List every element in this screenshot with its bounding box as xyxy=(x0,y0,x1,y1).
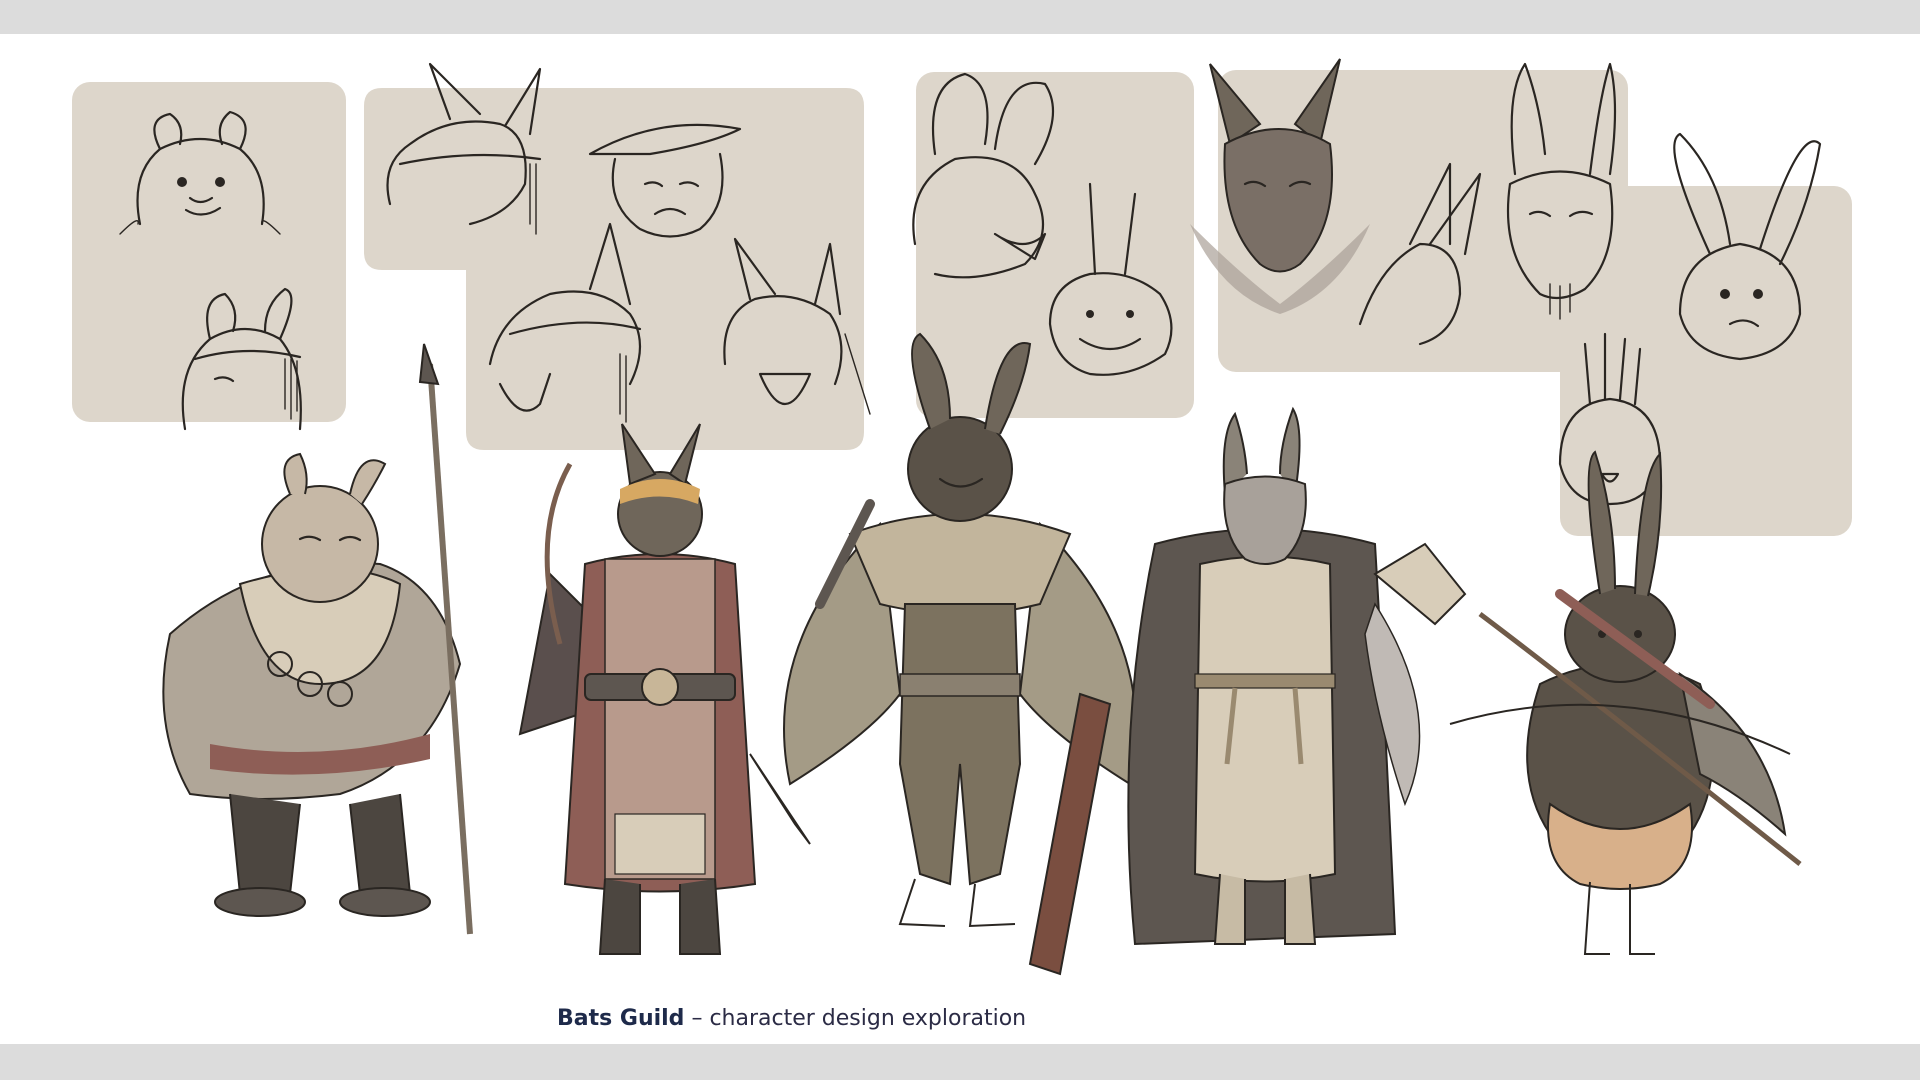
sketch-panel-1 xyxy=(72,82,346,422)
caption-title: Bats Guild xyxy=(557,1006,685,1031)
concept-sheet: Bats Guild – character design exploratio… xyxy=(0,34,1920,1044)
characters-lineup xyxy=(162,332,1802,976)
sheet-caption: Bats Guild – character design exploratio… xyxy=(557,1006,1026,1031)
bat-elder-with-book xyxy=(1127,406,1467,946)
sketch-panel-3 xyxy=(916,72,1194,418)
bat-dagger-wielder xyxy=(518,423,811,955)
caption-subtitle: character design exploration xyxy=(709,1006,1027,1031)
artwork-canvas xyxy=(72,58,1852,976)
bat-spear-bearer xyxy=(162,343,473,935)
caption-separator: – xyxy=(691,1006,703,1031)
